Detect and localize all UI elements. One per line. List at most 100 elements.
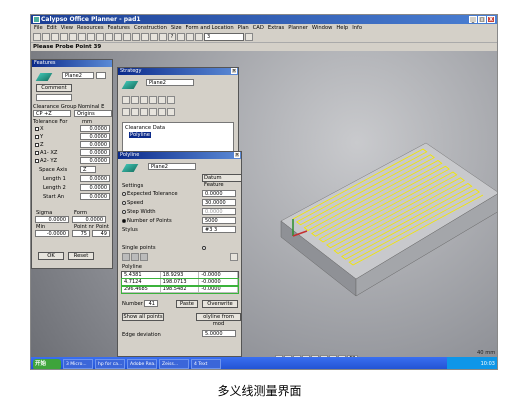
edge-deviation-field[interactable]: 5.0000 bbox=[202, 330, 236, 337]
menu-help[interactable]: Help bbox=[336, 24, 348, 32]
menu-edit[interactable]: Edit bbox=[47, 24, 57, 32]
menu-plan[interactable]: Plan bbox=[238, 24, 249, 32]
length2-field[interactable]: 0.0000 bbox=[80, 184, 110, 191]
tol-x-label[interactable]: X bbox=[35, 126, 44, 132]
plot-icon[interactable] bbox=[132, 33, 140, 41]
maximize-button[interactable]: □ bbox=[478, 16, 486, 23]
show-all-points-button[interactable]: Show all points bbox=[122, 313, 164, 321]
table-row[interactable]: 5.4381 18.9293 -0.0000 bbox=[122, 272, 239, 279]
step-width-field[interactable]: 0.0000 bbox=[202, 208, 236, 215]
close-button[interactable]: X bbox=[487, 16, 495, 23]
expected-tolerance-field[interactable]: 0.0000 bbox=[202, 190, 236, 197]
polyline-feature-name[interactable]: Plane2 bbox=[148, 163, 196, 170]
single-points-radio[interactable] bbox=[202, 246, 206, 250]
strategy-tool-icon[interactable] bbox=[140, 96, 148, 104]
expected-tolerance-option[interactable]: Expected Tolerance bbox=[122, 191, 178, 197]
table-icon[interactable] bbox=[114, 33, 122, 41]
comment-field[interactable] bbox=[36, 94, 72, 101]
clearance-data-item[interactable]: Clearance Data bbox=[125, 125, 165, 131]
chart-icon[interactable] bbox=[123, 33, 131, 41]
speed-field[interactable]: 30.0000 bbox=[202, 199, 236, 206]
info-icon[interactable] bbox=[177, 33, 185, 41]
number-spinner[interactable]: 41 bbox=[144, 300, 158, 307]
menu-planner[interactable]: Planner bbox=[288, 24, 308, 32]
step-width-option[interactable]: Step Width bbox=[122, 209, 156, 215]
menu-resources[interactable]: Resources bbox=[77, 24, 104, 32]
strategy-tree[interactable]: Clearance Data Polyline bbox=[122, 122, 234, 154]
reset-button[interactable]: Reset bbox=[68, 252, 94, 260]
layout-icon[interactable] bbox=[186, 33, 194, 41]
strategy-tool-icon[interactable] bbox=[149, 96, 157, 104]
strategy-tool-icon[interactable] bbox=[140, 108, 148, 116]
menu-window[interactable]: Window bbox=[312, 24, 332, 32]
report-icon[interactable] bbox=[141, 33, 149, 41]
strategy-tool-icon[interactable] bbox=[158, 108, 166, 116]
ok-button[interactable]: OK bbox=[38, 252, 64, 260]
tol-z-field[interactable]: 0.0000 bbox=[80, 141, 110, 148]
tol-a1-field[interactable]: 0.0000 bbox=[80, 149, 110, 156]
menu-size[interactable]: Size bbox=[171, 24, 182, 32]
binoculars-icon[interactable] bbox=[96, 33, 104, 41]
cp-select[interactable]: CP +Z bbox=[33, 110, 71, 117]
zoom-icon[interactable] bbox=[87, 33, 95, 41]
menu-extras[interactable]: Extras bbox=[268, 24, 284, 32]
tol-a2-label[interactable]: A2- YZ bbox=[35, 158, 57, 164]
taskbar-item[interactable]: 4 Text bbox=[191, 359, 221, 369]
strategy-tool-icon[interactable] bbox=[122, 96, 130, 104]
tol-y-label[interactable]: Y bbox=[35, 134, 43, 140]
start-angle-field[interactable]: 0.0000 bbox=[80, 193, 110, 200]
window-icon[interactable] bbox=[195, 33, 203, 41]
delete-icon[interactable] bbox=[230, 253, 238, 261]
cut-icon[interactable] bbox=[69, 33, 77, 41]
strategy-tool-icon[interactable] bbox=[131, 108, 139, 116]
menu-info[interactable]: Info bbox=[352, 24, 362, 32]
feature-name-field[interactable]: Plane2 bbox=[62, 72, 94, 79]
tol-a1-label[interactable]: A1- XZ bbox=[35, 150, 57, 156]
menu-form-location[interactable]: Form and Location bbox=[186, 24, 234, 32]
point-tool-icon[interactable] bbox=[131, 253, 139, 261]
polyline-from-model-button[interactable]: olyline from mod bbox=[196, 313, 241, 327]
origin-select[interactable]: Origins bbox=[74, 110, 112, 117]
new-file-icon[interactable] bbox=[33, 33, 41, 41]
overwrite-button[interactable]: Overwrite bbox=[202, 300, 238, 308]
tol-z-label[interactable]: Z bbox=[35, 142, 44, 148]
polyline-tree-item[interactable]: Polyline bbox=[129, 132, 151, 138]
help-icon[interactable]: ? bbox=[168, 33, 176, 41]
undo-icon[interactable] bbox=[78, 33, 86, 41]
datum-feature-button[interactable]: Datum Feature bbox=[202, 174, 242, 188]
taskbar-item[interactable]: hp for ca... bbox=[95, 359, 125, 369]
tol-a2-field[interactable]: 0.0000 bbox=[80, 157, 110, 164]
combo-action-icon[interactable] bbox=[245, 33, 253, 41]
save-icon[interactable] bbox=[51, 33, 59, 41]
strategy-close-icon[interactable]: × bbox=[231, 68, 237, 74]
polyline-points-table[interactable]: 5.4381 18.9293 -0.0000 4.7124 198.0713 -… bbox=[121, 271, 239, 294]
strategy-tool-icon[interactable] bbox=[167, 96, 175, 104]
open-file-icon[interactable] bbox=[42, 33, 50, 41]
strategy-tool-icon[interactable] bbox=[122, 108, 130, 116]
taskbar-item[interactable]: 3 Micro... bbox=[63, 359, 93, 369]
strategy-tool-icon[interactable] bbox=[167, 108, 175, 116]
menu-construction[interactable]: Construction bbox=[134, 24, 167, 32]
tol-y-field[interactable]: 0.0000 bbox=[80, 133, 110, 140]
minimize-button[interactable]: _ bbox=[469, 16, 477, 23]
strategy-tool-icon[interactable] bbox=[158, 96, 166, 104]
feature-name-extra[interactable] bbox=[96, 72, 106, 79]
space-axis-select[interactable]: Z bbox=[80, 166, 96, 173]
menu-file[interactable]: File bbox=[34, 24, 43, 32]
point-tool-icon[interactable] bbox=[140, 253, 148, 261]
comment-button[interactable]: Comment bbox=[36, 84, 72, 92]
table-row[interactable]: 296.4685 198.5482 -0.0000 bbox=[121, 285, 239, 294]
paste-button[interactable]: Paste bbox=[176, 300, 198, 308]
menu-cad[interactable]: CAD bbox=[253, 24, 264, 32]
strategy-feature-name[interactable]: Plane2 bbox=[146, 79, 194, 86]
number-of-points-field[interactable]: 5000 bbox=[202, 217, 236, 224]
stylus-select[interactable]: #3 3 bbox=[202, 226, 236, 233]
run-icon[interactable] bbox=[159, 33, 167, 41]
menu-view[interactable]: View bbox=[61, 24, 73, 32]
strategy-tool-icon[interactable] bbox=[149, 108, 157, 116]
table-row[interactable]: 4.7124 198.0713 -0.0000 bbox=[121, 278, 239, 287]
grid-icon[interactable] bbox=[105, 33, 113, 41]
list-icon[interactable] bbox=[150, 33, 158, 41]
start-button[interactable]: 开始 bbox=[33, 358, 61, 369]
point-tool-icon[interactable] bbox=[122, 253, 130, 261]
